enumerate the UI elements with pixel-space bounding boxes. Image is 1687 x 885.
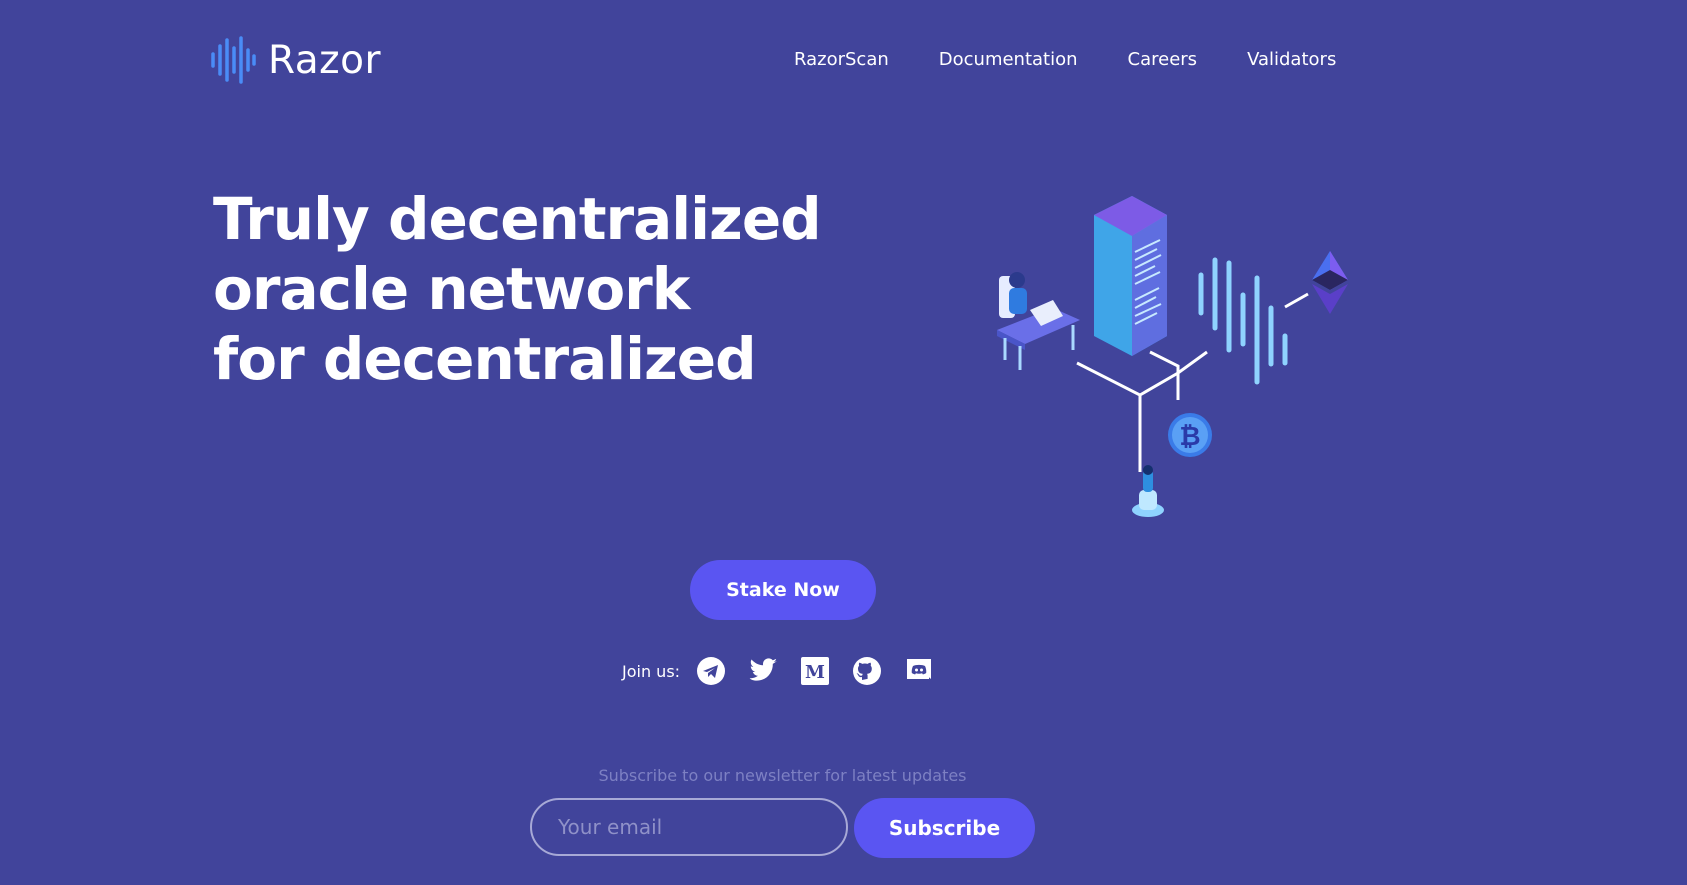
nav-item-careers[interactable]: Careers: [1128, 48, 1198, 72]
nav-item-documentation[interactable]: Documentation: [939, 48, 1078, 72]
user-figure-icon: [1132, 465, 1164, 517]
server-icon: [1094, 196, 1167, 356]
brand-name: Razor: [268, 37, 382, 83]
brand-logo[interactable]: Razor: [210, 36, 381, 84]
hero-headline-line: oracle network: [213, 255, 690, 323]
hero-headline: Truly decentralized oracle network for d…: [213, 184, 822, 394]
ethereum-icon: [1312, 251, 1348, 314]
data-wave-icon: [1198, 257, 1288, 385]
discord-icon[interactable]: [903, 655, 935, 687]
github-icon[interactable]: [851, 655, 883, 687]
hero-illustration: ₿: [985, 180, 1355, 534]
subscribe-button[interactable]: Subscribe: [854, 798, 1035, 858]
workstation-icon: [997, 272, 1080, 370]
hero-headline-line: Truly decentralized: [213, 185, 822, 253]
join-us-label: Join us:: [622, 661, 681, 681]
nav-item-validators[interactable]: Validators: [1247, 48, 1336, 72]
hero-headline-line: for decentralized: [213, 325, 757, 393]
svg-text:M: M: [805, 662, 825, 683]
bitcoin-icon: ₿: [1168, 413, 1212, 457]
sound-wave-logo-icon: [211, 36, 256, 84]
svg-text:₿: ₿: [1179, 422, 1200, 452]
main-nav: RazorScan Documentation Careers Validato…: [794, 48, 1336, 72]
social-links: Join us: M: [622, 655, 935, 687]
nav-item-razorscan[interactable]: RazorScan: [794, 48, 889, 72]
newsletter-text: Subscribe to our newsletter for latest u…: [598, 766, 967, 785]
email-field[interactable]: [530, 798, 848, 856]
medium-icon[interactable]: M: [799, 655, 831, 687]
twitter-icon[interactable]: [747, 655, 779, 687]
stake-now-button[interactable]: Stake Now: [690, 560, 876, 620]
telegram-icon[interactable]: [695, 655, 727, 687]
